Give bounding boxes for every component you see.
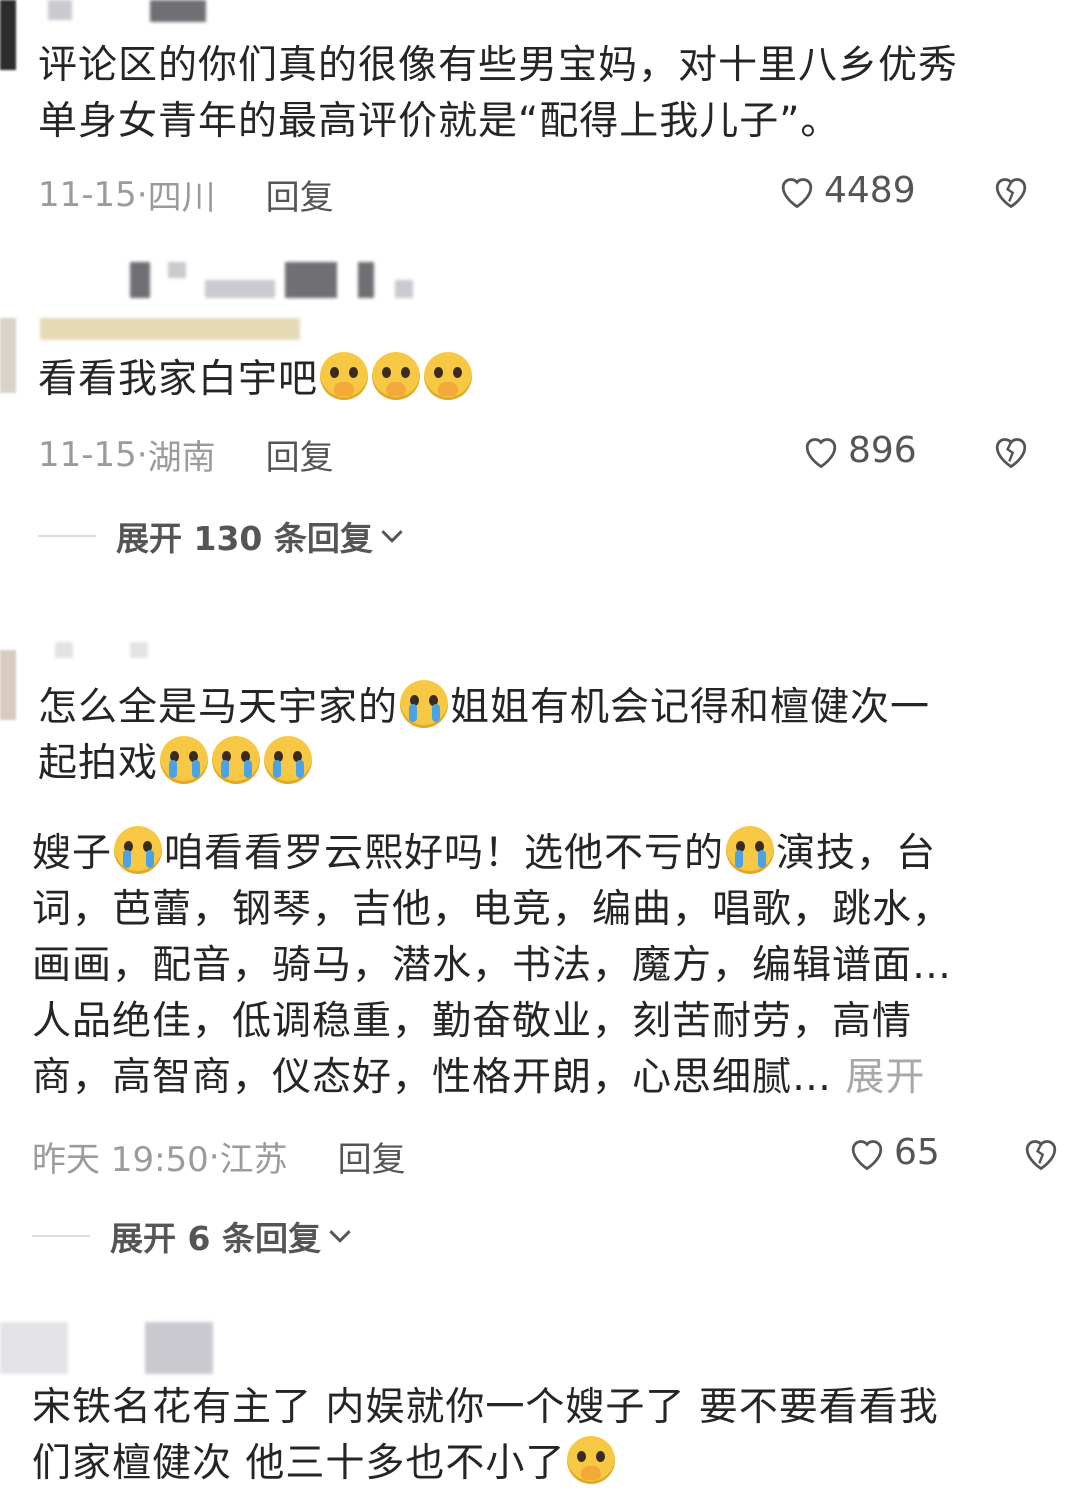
comment-date: 11-15 <box>38 174 137 215</box>
comment-text: 怎么全是马天宇家的 姐姐有机会记得和檀健次一 起拍戏 <box>38 680 930 792</box>
reply-text: 嫂子 咱看看罗云熙好吗！选他不亏的 演技，台 词，芭蕾，钢琴，吉他，电竞，编曲，唱歌… <box>32 826 1072 1106</box>
expand-text-link[interactable]: 展开 <box>845 1055 925 1100</box>
avatar[interactable] <box>0 650 16 720</box>
username-redacted <box>168 262 186 278</box>
reply-button[interactable]: 回复 <box>266 430 334 479</box>
comment-line: 单身女青年的最高评价就是“配得上我儿子”。 <box>38 99 841 144</box>
username-redacted <box>130 262 150 298</box>
loudly-crying-face-emoji <box>212 736 261 784</box>
comment-line: 怎么全是马天宇家的 <box>38 685 399 730</box>
reply-line: 嫂子 <box>32 831 113 876</box>
username-redacted <box>395 280 413 298</box>
comment-location: 湖南 <box>147 438 216 478</box>
pleading-face-emoji <box>320 352 369 400</box>
divider <box>32 1235 90 1237</box>
reply-line: 演技，台 <box>776 831 937 876</box>
comment-meta: 11-15 · 四川 回复 <box>38 170 334 219</box>
reply-line: 咱看看罗云熙好吗！选他不亏的 <box>164 831 725 876</box>
expand-label: 展开 130 条回复 <box>116 519 373 558</box>
loudly-crying-face-emoji <box>160 736 209 784</box>
username-redacted <box>0 1322 68 1374</box>
comment-line: 起拍戏 <box>38 741 159 786</box>
comment-date: 昨天 19:50 <box>32 1140 209 1180</box>
reply-line: 词，芭蕾，钢琴，吉他，电竞，编曲，唱歌，跳水， <box>32 887 953 932</box>
comment-text: 看看我家白宇吧 <box>38 352 474 408</box>
loudly-crying-face-emoji <box>726 826 775 874</box>
comment-line: 姐姐有机会记得和檀健次一 <box>450 685 931 730</box>
username-redacted <box>285 262 337 298</box>
username-redacted <box>358 262 374 298</box>
expand-replies-button[interactable]: 展开 130 条回复 <box>38 512 407 560</box>
reply-line: 画画，配音，骑马，潜水，书法，魔方，编辑谱面… <box>32 943 953 988</box>
reply-line: 人品绝佳，低调稳重，勤奋敬业，刻苦耐劳，高情 <box>32 999 913 1044</box>
heart-outline-icon <box>781 177 813 208</box>
broken-heart-icon[interactable] <box>990 172 1032 210</box>
loudly-crying-face-emoji <box>264 736 313 784</box>
username-redacted[interactable] <box>48 0 72 20</box>
loudly-crying-face-emoji <box>400 680 449 728</box>
like-button[interactable]: 65 <box>846 1132 940 1173</box>
comment-location: 四川 <box>147 178 216 218</box>
comment-date: 11-15 <box>38 434 137 475</box>
like-count: 4489 <box>824 170 916 211</box>
comment-line: 们家檀健次 他三十多也不小了 <box>32 1441 566 1486</box>
pleading-face-emoji <box>372 352 421 400</box>
broken-heart-icon[interactable] <box>1020 1134 1062 1172</box>
like-count: 896 <box>848 430 917 471</box>
like-button[interactable]: 896 <box>800 430 917 471</box>
chevron-down-icon <box>329 1230 351 1243</box>
expand-label: 展开 6 条回复 <box>110 1219 321 1258</box>
like-button[interactable]: 4489 <box>776 170 916 211</box>
comment-meta: 11-15 · 湖南 回复 <box>38 430 334 479</box>
broken-heart-icon[interactable] <box>990 432 1032 470</box>
heart-outline-icon <box>805 437 837 468</box>
expand-replies-button[interactable]: 展开 6 条回复 <box>32 1212 355 1260</box>
comment-text: 评论区的你们真的很像有些男宝妈，对十里八乡优秀 单身女青年的最高评价就是“配得上… <box>38 38 1048 150</box>
comment-location: 江苏 <box>219 1140 288 1180</box>
avatar[interactable] <box>0 318 16 393</box>
heart-outline-icon <box>851 1139 883 1170</box>
comment-line: 看看我家白宇吧 <box>38 357 319 402</box>
comment-text: 宋铁名花有主了 内娱就你一个嫂子了 要不要看看我 们家檀健次 他三十多也不小了 <box>32 1380 1072 1492</box>
username-redacted <box>205 280 275 298</box>
avatar[interactable] <box>0 0 16 70</box>
reply-button[interactable]: 回复 <box>266 170 334 219</box>
comment-line: 评论区的你们真的很像有些男宝妈，对十里八乡优秀 <box>38 43 959 88</box>
divider <box>38 535 96 537</box>
loudly-crying-face-emoji <box>114 826 163 874</box>
username-redacted <box>150 0 206 22</box>
pleading-face-emoji <box>567 1436 616 1484</box>
like-count: 65 <box>894 1132 940 1173</box>
pleading-face-emoji <box>424 352 473 400</box>
username-redacted <box>130 642 148 658</box>
comment-meta: 昨天 19:50 · 江苏 回复 <box>32 1132 406 1181</box>
comment-line: 宋铁名花有主了 内娱就你一个嫂子了 要不要看看我 <box>32 1385 939 1430</box>
username-redacted <box>145 1322 213 1374</box>
reply-line: 商，高智商，仪态好，性格开朗，心思细腻… <box>32 1055 833 1100</box>
badge-redacted <box>40 318 300 340</box>
username-redacted <box>55 642 73 658</box>
chevron-down-icon <box>381 530 403 543</box>
reply-button[interactable]: 回复 <box>338 1132 406 1181</box>
